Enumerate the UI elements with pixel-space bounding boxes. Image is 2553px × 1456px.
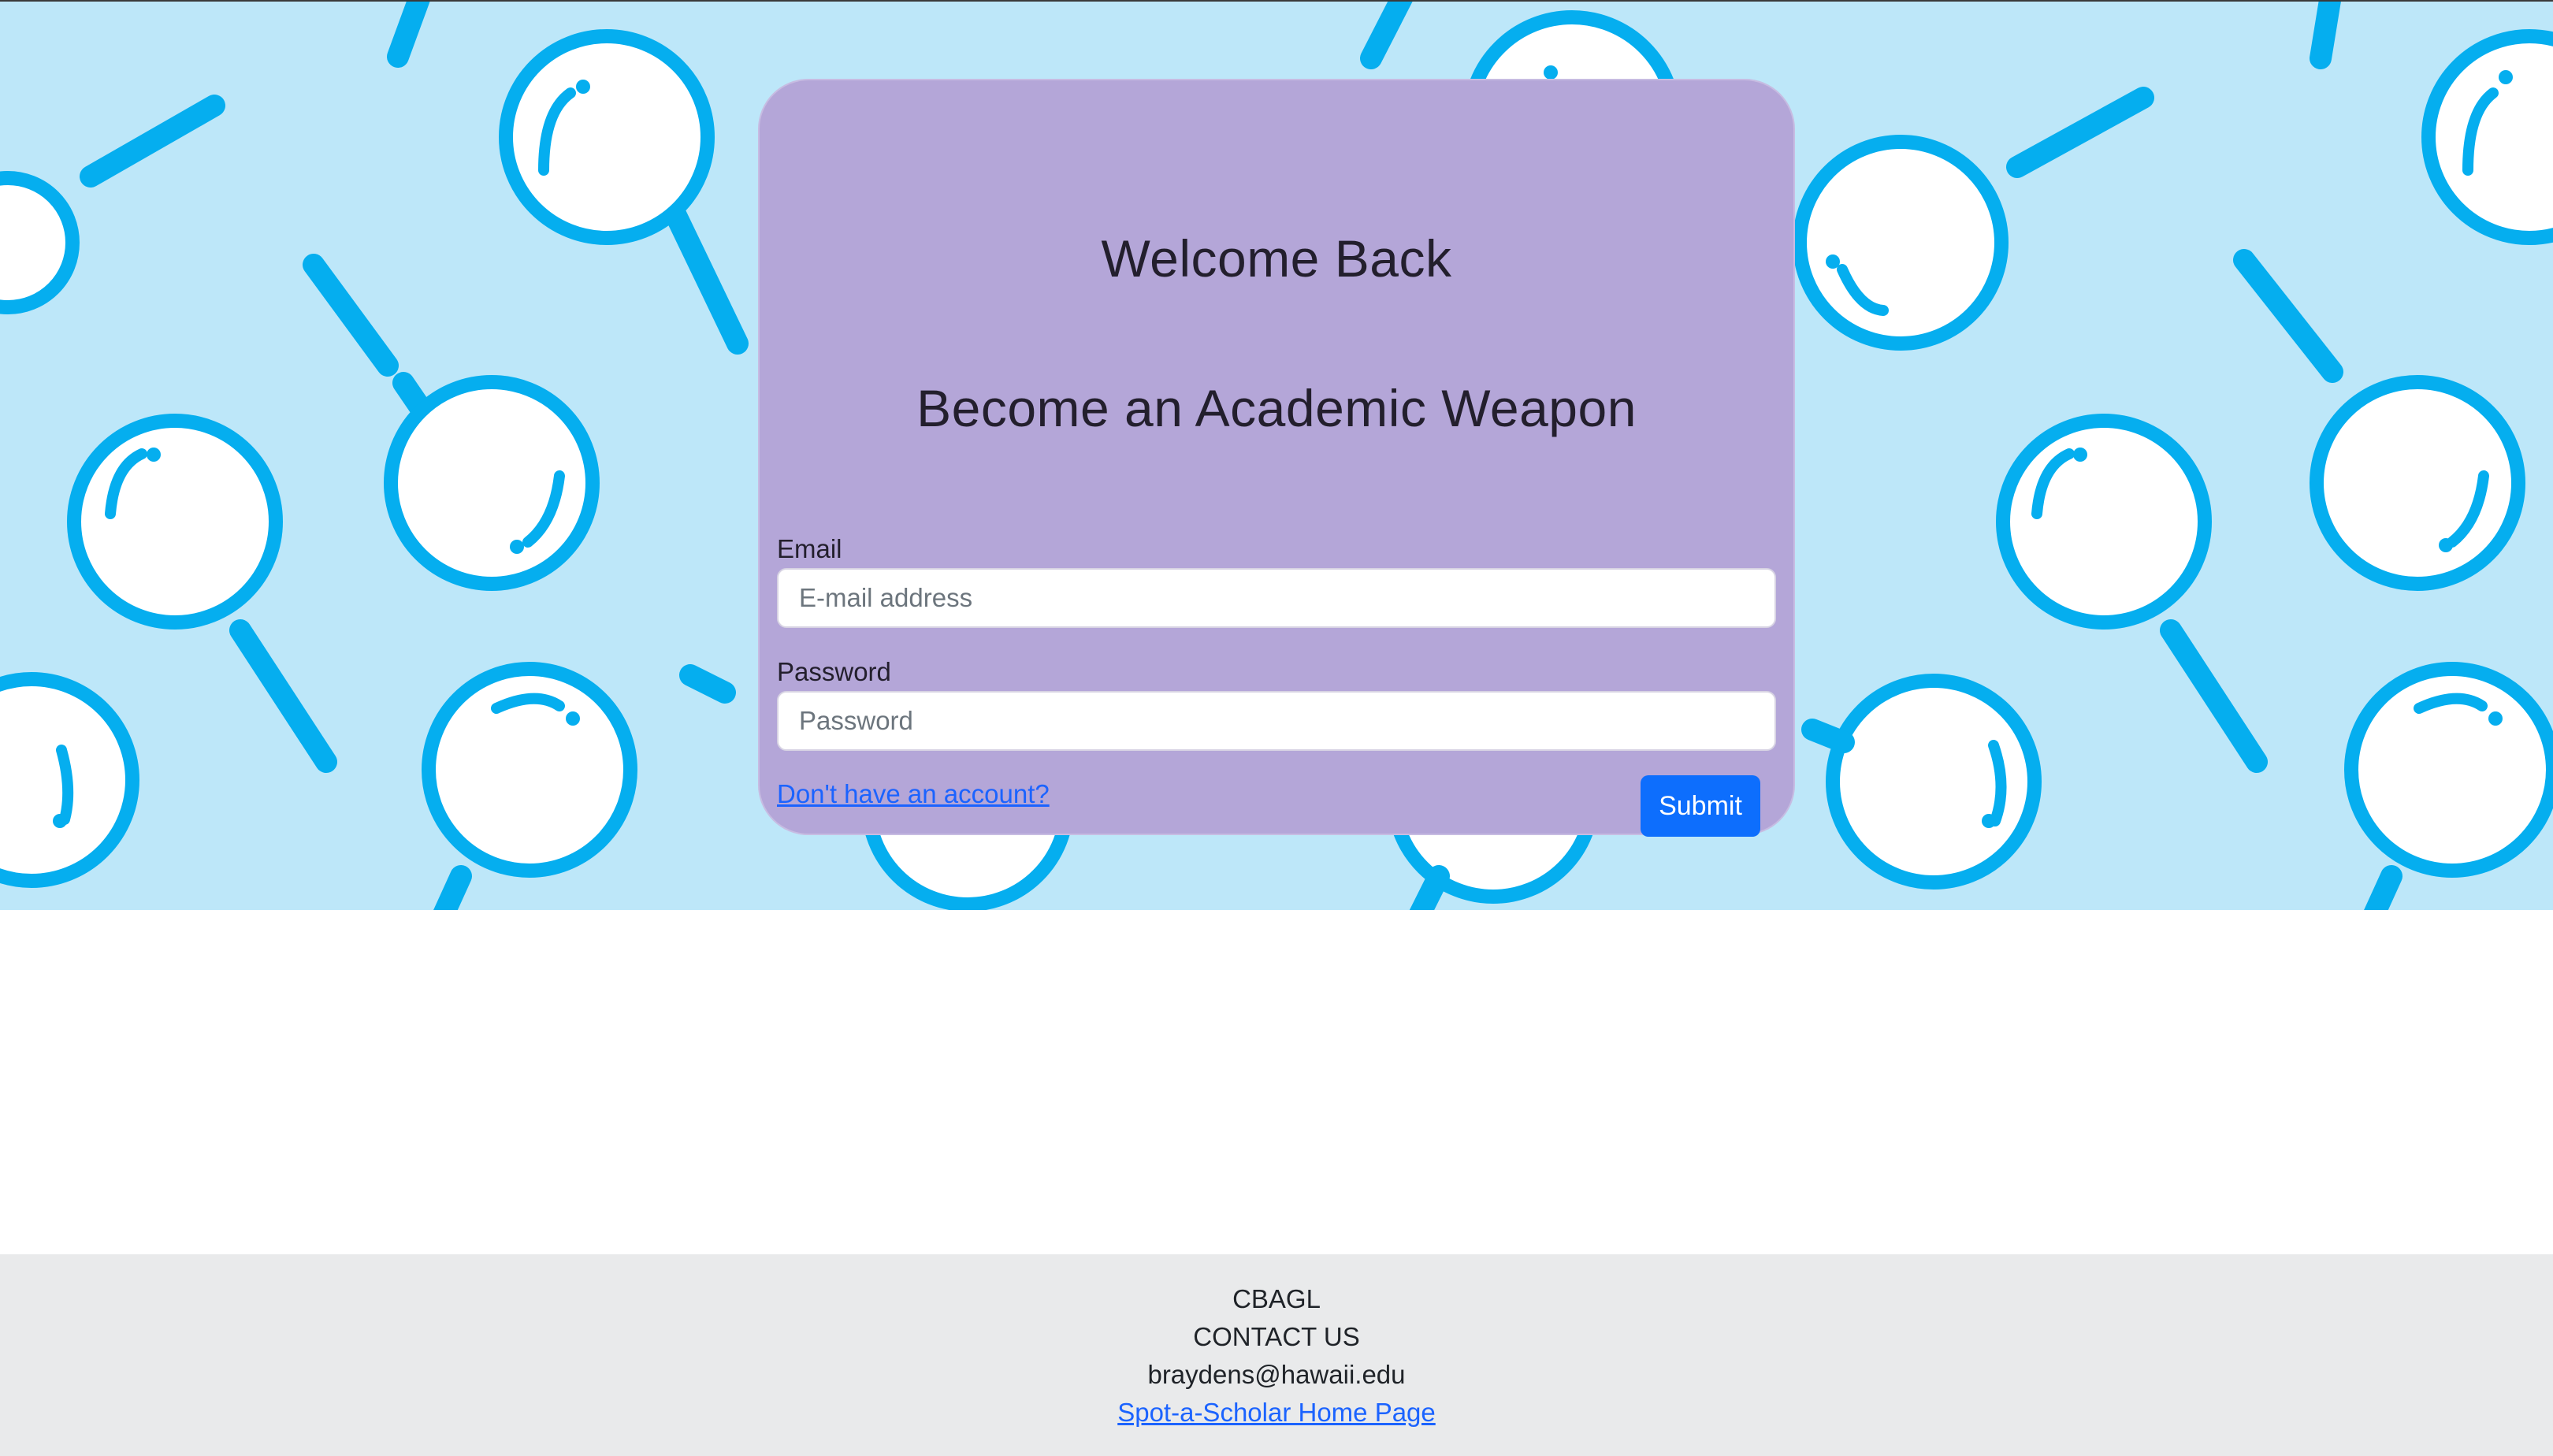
password-field[interactable]: [777, 691, 1776, 751]
password-label: Password: [777, 657, 891, 686]
hero-section: Welcome Back Become an Academic Weapon E…: [0, 0, 2553, 910]
magnifying-glass-icon: [0, 2, 749, 910]
tagline: Become an Academic Weapon: [916, 379, 1637, 437]
signup-link[interactable]: Don't have an account?: [777, 779, 1050, 809]
home-page-link[interactable]: Spot-a-Scholar Home Page: [0, 1398, 2553, 1428]
magnifying-glass-icon: [1793, 2, 2553, 910]
footer-contact-heading: CONTACT US: [1193, 1322, 1360, 1351]
submit-button[interactable]: Submit: [1641, 775, 1760, 837]
login-page: Welcome Back Become an Academic Weapon E…: [0, 0, 2553, 1456]
footer-email: braydens@hawaii.edu: [1147, 1360, 1406, 1389]
email-label: Email: [777, 534, 842, 563]
login-card: Welcome Back Become an Academic Weapon E…: [758, 79, 1795, 837]
email-field[interactable]: [777, 568, 1776, 628]
footer-brand: CBAGL: [1232, 1284, 1321, 1313]
page-title: Welcome Back: [1101, 229, 1452, 288]
footer: CBAGL CONTACT US braydens@hawaii.edu Spo…: [0, 1254, 2553, 1456]
